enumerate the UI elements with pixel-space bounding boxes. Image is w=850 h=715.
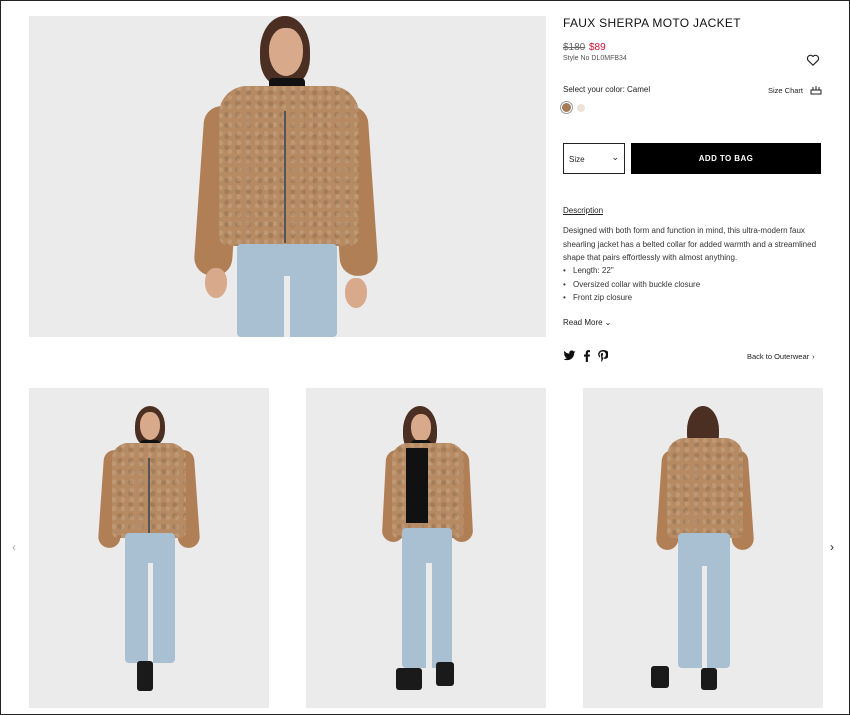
color-swatch-camel[interactable]	[561, 102, 572, 113]
size-chart-link[interactable]: Size Chart	[768, 86, 803, 95]
model-figure	[29, 388, 269, 708]
feature-item: Length: 22"	[563, 264, 700, 278]
size-select[interactable]: Size ⌄	[563, 143, 625, 174]
chevron-left-icon[interactable]: ‹	[12, 540, 16, 554]
feature-list: Length: 22" Oversized collar with buckle…	[563, 264, 700, 305]
product-thumbnail-front[interactable]	[29, 388, 269, 708]
color-label: Select your color: Camel	[563, 85, 651, 94]
color-swatch-cream[interactable]	[577, 104, 585, 112]
read-more-label: Read More	[563, 318, 603, 327]
chevron-down-icon: ⌄	[611, 152, 619, 162]
description-heading[interactable]: Description	[563, 206, 603, 215]
back-link-label: Back to Outerwear	[747, 352, 810, 361]
product-title: FAUX SHERPA MOTO JACKET	[563, 16, 741, 30]
back-to-category-link[interactable]: Back to Outerwear ›	[747, 352, 815, 361]
facebook-icon[interactable]	[583, 350, 591, 362]
add-to-bag-button[interactable]: ADD TO BAG	[631, 143, 821, 174]
original-price: $180	[563, 42, 586, 53]
chevron-down-icon: ⌄	[604, 318, 612, 327]
model-figure	[583, 388, 823, 708]
description-text: Designed with both form and function in …	[563, 226, 817, 262]
read-more-link[interactable]: Read More ⌄	[563, 318, 611, 327]
model-figure	[29, 16, 546, 337]
main-product-image[interactable]	[29, 16, 546, 337]
feature-item: Oversized collar with buckle closure	[563, 278, 700, 292]
sale-price: $89	[589, 42, 606, 53]
twitter-icon[interactable]	[563, 350, 576, 362]
size-select-value: Size	[569, 155, 585, 164]
style-number: Style No DL0MFB34	[563, 55, 627, 62]
product-thumbnail-side[interactable]	[306, 388, 546, 708]
model-figure	[306, 388, 546, 708]
heart-icon[interactable]	[806, 53, 820, 67]
chevron-right-icon[interactable]: ›	[830, 540, 834, 554]
chevron-right-icon: ›	[812, 352, 815, 361]
pinterest-icon[interactable]	[598, 350, 608, 362]
ruler-icon[interactable]	[810, 85, 822, 95]
product-thumbnail-back[interactable]	[583, 388, 823, 708]
feature-item: Front zip closure	[563, 291, 700, 305]
